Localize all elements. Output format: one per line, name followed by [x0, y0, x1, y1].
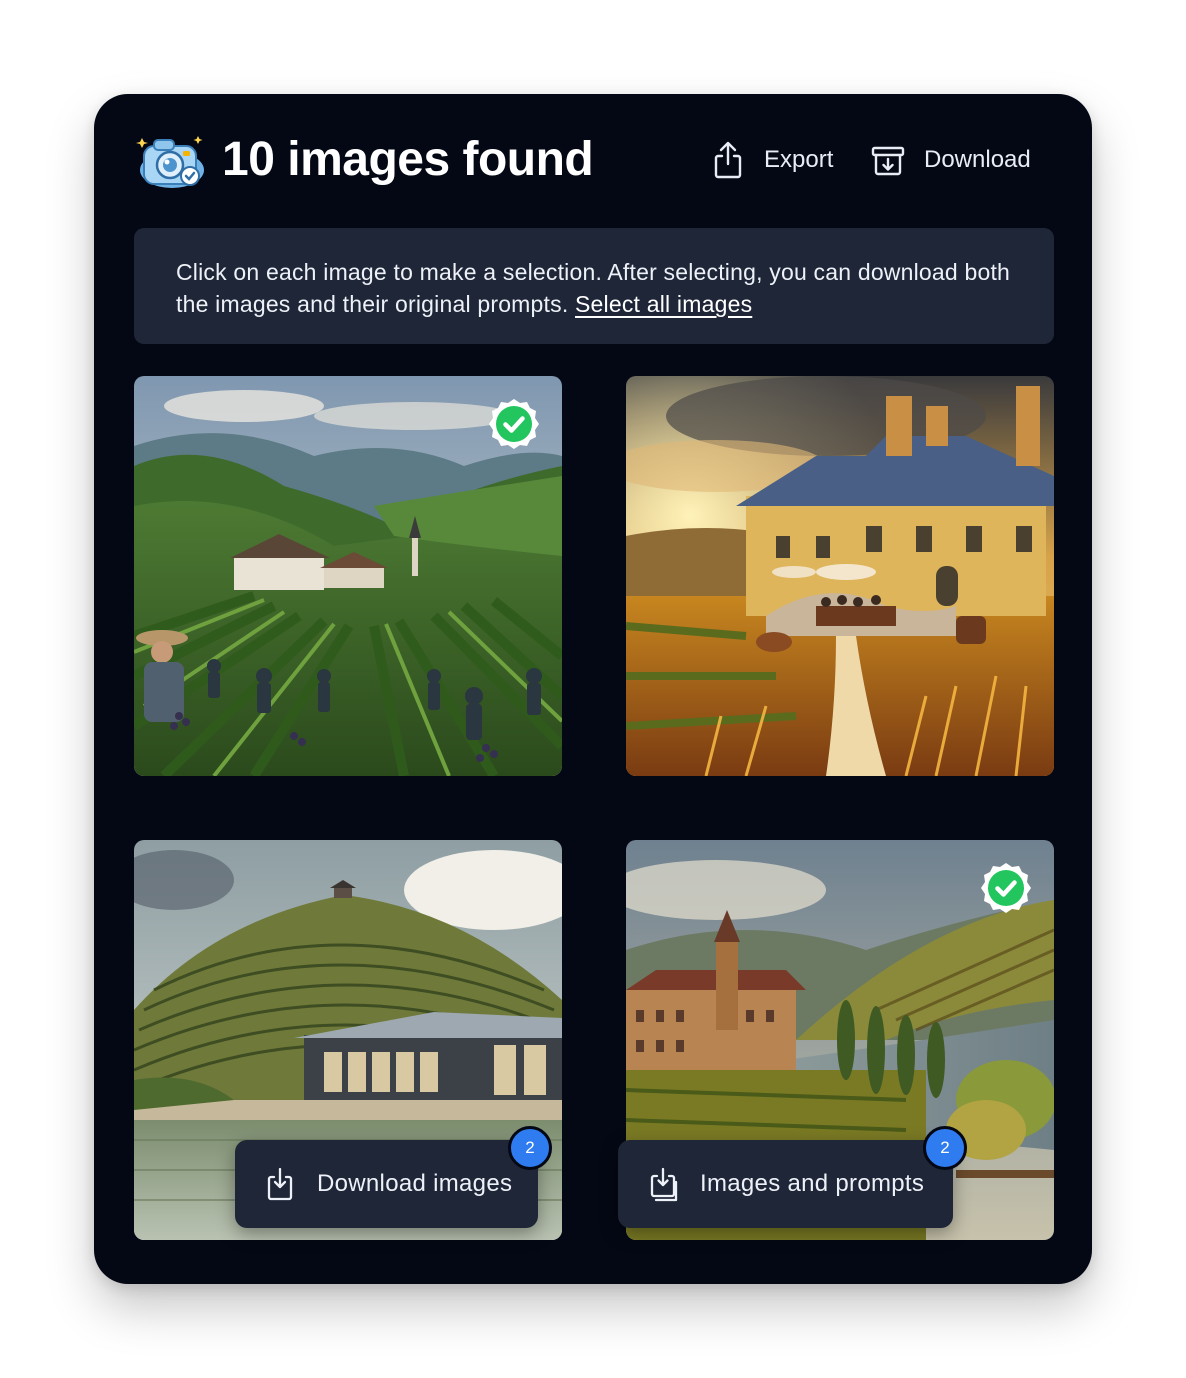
archive-download-icon [871, 146, 905, 176]
image-finder-panel: 10 images found Export Download Click on… [94, 94, 1092, 1284]
images-and-prompts-button[interactable]: Images and prompts [618, 1140, 953, 1228]
download-stack-icon [650, 1167, 678, 1202]
export-label: Export [764, 146, 834, 173]
page-title: 10 images found [222, 133, 594, 186]
download-label: Download [924, 146, 1031, 173]
share-export-icon [714, 141, 742, 179]
download-images-count-badge: 2 [508, 1126, 552, 1170]
image-tile-sunset-chateau[interactable] [626, 376, 1054, 776]
selected-check-icon [981, 863, 1031, 913]
download-images-label: Download images [317, 1170, 513, 1197]
export-button[interactable]: Export [710, 138, 833, 182]
images-and-prompts-count-badge: 2 [923, 1126, 967, 1170]
image-tile-vineyard-harvest[interactable] [134, 376, 562, 776]
select-all-link[interactable]: Select all images [575, 291, 752, 317]
instructions-box: Click on each image to make a selection.… [134, 228, 1054, 344]
download-tray-icon [267, 1167, 293, 1201]
camera-logo-icon [136, 136, 204, 188]
sunset-chateau-image [626, 376, 1054, 776]
images-and-prompts-label: Images and prompts [700, 1170, 925, 1197]
download-images-button[interactable]: Download images [235, 1140, 538, 1228]
selected-check-icon [489, 399, 539, 449]
download-button[interactable]: Download [870, 138, 1031, 182]
header: 10 images found Export Download [134, 130, 1052, 190]
